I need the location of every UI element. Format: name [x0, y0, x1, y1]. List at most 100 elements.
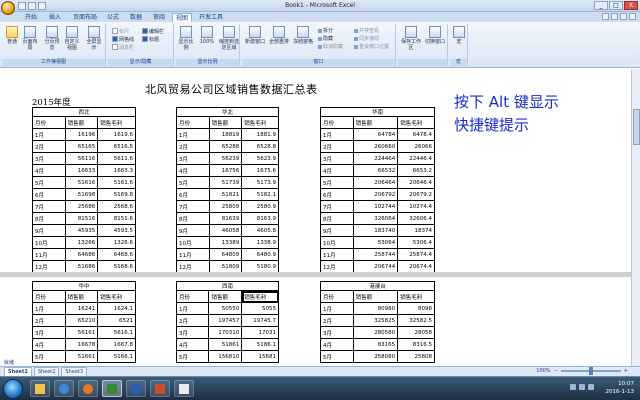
profit-cell[interactable]: 1881.9 [241, 128, 279, 141]
profit-cell[interactable]: 25874.4 [397, 248, 435, 261]
profit-cell[interactable]: 1326.6 [97, 236, 136, 249]
maximize-button[interactable]: □ [609, 1, 623, 10]
column-header[interactable]: 月份 [32, 116, 66, 129]
zoom-button[interactable]: 显示比例 [178, 26, 194, 51]
month-cell[interactable]: 2月 [176, 140, 210, 153]
month-cell[interactable]: 8月 [176, 212, 210, 225]
column-header[interactable]: 销售额 [352, 116, 399, 129]
switch-windows-button[interactable]: 切换窗口 [424, 26, 446, 45]
sales-cell[interactable]: 83165 [352, 338, 399, 351]
column-header[interactable]: 销售额 [208, 116, 243, 129]
message-bar-checkbox[interactable]: 消息栏 [112, 44, 134, 51]
month-cell[interactable]: 3月 [320, 326, 354, 339]
month-cell[interactable]: 6月 [176, 188, 210, 201]
profit-cell[interactable]: 6516.5 [97, 140, 136, 153]
month-cell[interactable]: 5月 [176, 176, 210, 189]
zoom-slider[interactable] [560, 367, 621, 375]
sales-cell[interactable]: 81639 [208, 212, 243, 225]
sales-cell[interactable]: 18819 [208, 128, 243, 141]
profit-cell[interactable]: 6478.4 [397, 128, 435, 141]
media-player-icon[interactable] [78, 380, 98, 397]
tab-developer[interactable]: 开发工具 [196, 13, 226, 22]
profit-cell[interactable]: 20679.2 [397, 188, 435, 201]
word-icon[interactable] [126, 380, 146, 397]
profit-cell[interactable]: 20646.4 [397, 176, 435, 189]
profit-cell[interactable]: 2580.9 [241, 200, 279, 213]
arrange-all-button[interactable]: 全部重排 [268, 26, 290, 45]
sales-cell[interactable]: 65165 [64, 140, 99, 153]
month-cell[interactable]: 2月 [320, 140, 354, 153]
vertical-scrollbar[interactable] [631, 69, 640, 366]
profit-cell[interactable]: 8163.9 [241, 212, 279, 225]
month-cell[interactable]: 1月 [32, 128, 66, 141]
sales-cell[interactable]: 197457 [208, 314, 243, 327]
profit-cell[interactable]: 32582.5 [397, 314, 435, 327]
tab-formulas[interactable]: 公式 [104, 13, 122, 22]
tab-home[interactable]: 开始 [22, 13, 40, 22]
sales-cell[interactable]: 206464 [352, 176, 399, 189]
column-header[interactable]: 销售毛利 [397, 290, 435, 303]
profit-cell[interactable]: 18374 [397, 224, 435, 237]
month-cell[interactable]: 4月 [320, 338, 354, 351]
month-cell[interactable]: 3月 [176, 152, 210, 165]
column-header[interactable]: 月份 [320, 116, 354, 129]
help-icon[interactable] [602, 13, 609, 20]
sales-cell[interactable]: 64784 [352, 128, 399, 141]
month-cell[interactable]: 1月 [32, 302, 66, 315]
sales-cell[interactable]: 326064 [352, 212, 399, 225]
profit-cell[interactable]: 15681 [241, 350, 279, 363]
profit-cell[interactable]: 1338.9 [241, 236, 279, 249]
zoom-100-button[interactable]: 100% [199, 26, 215, 45]
profit-cell[interactable]: 8316.5 [397, 338, 435, 351]
new-window-button[interactable]: 新建窗口 [244, 26, 266, 45]
month-cell[interactable]: 11月 [320, 248, 354, 261]
excel-icon[interactable] [102, 380, 122, 397]
input-method-icon[interactable] [588, 384, 594, 390]
profit-cell[interactable]: 6528.8 [241, 140, 279, 153]
sales-cell[interactable]: 183740 [352, 224, 399, 237]
sales-cell[interactable]: 170310 [208, 326, 243, 339]
sales-cell[interactable]: 224464 [352, 152, 399, 165]
page-break-preview-button[interactable]: 分页预览 [44, 26, 60, 51]
month-cell[interactable]: 9月 [32, 224, 66, 237]
column-header[interactable]: 月份 [32, 290, 66, 303]
month-cell[interactable]: 4月 [175, 338, 210, 351]
sales-cell[interactable]: 64809 [208, 248, 243, 261]
profit-cell[interactable]: 5161.6 [97, 176, 136, 189]
profit-cell[interactable]: 4605.8 [241, 224, 279, 237]
month-cell[interactable]: 1月 [320, 302, 354, 315]
profit-cell[interactable]: 5166.1 [97, 350, 136, 363]
profit-cell[interactable]: 10274.4 [397, 200, 435, 213]
month-cell[interactable]: 2月 [32, 140, 66, 153]
sales-cell[interactable]: 13266 [64, 236, 99, 249]
profit-cell[interactable]: 8098 [397, 302, 435, 315]
sales-cell[interactable]: 51686 [64, 260, 99, 273]
profit-cell[interactable]: 1619.6 [97, 128, 136, 141]
sales-cell[interactable]: 156810 [208, 350, 243, 363]
column-header[interactable]: 月份 [176, 116, 210, 129]
month-cell[interactable]: 2月 [32, 314, 66, 327]
zoom-in-icon[interactable]: + [624, 368, 628, 374]
profit-cell[interactable]: 26066 [397, 140, 435, 153]
month-cell[interactable]: 11月 [32, 248, 66, 261]
zoom-out-icon[interactable]: − [554, 368, 558, 374]
month-cell[interactable]: 9月 [320, 224, 354, 237]
profit-cell[interactable]: 1624.1 [97, 302, 136, 315]
column-header[interactable]: 销售毛利 [241, 116, 279, 129]
profit-cell[interactable]: 20674.4 [397, 260, 435, 273]
wb-close-icon[interactable] [629, 13, 636, 20]
sales-cell[interactable]: 56161 [64, 326, 99, 339]
tab-review[interactable]: 审阅 [150, 13, 168, 22]
page-layout-view-button[interactable]: 页面布局 [22, 26, 38, 51]
hide-button[interactable]: 隐藏 [318, 36, 333, 42]
headings-checkbox[interactable]: 标题 [142, 36, 159, 43]
zoom-to-selection-button[interactable]: 缩放到选定区域 [219, 26, 239, 51]
profit-cell[interactable]: 2568.6 [97, 200, 136, 213]
sales-cell[interactable]: 258744 [352, 248, 399, 261]
profit-cell[interactable]: 32606.4 [397, 212, 435, 225]
sales-cell[interactable]: 65210 [64, 314, 99, 327]
month-cell[interactable]: 12月 [32, 260, 66, 273]
synchronous-scrolling-button[interactable]: 同步滚动 [354, 36, 379, 42]
month-cell[interactable]: 3月 [175, 326, 210, 339]
month-cell[interactable]: 12月 [320, 260, 354, 273]
